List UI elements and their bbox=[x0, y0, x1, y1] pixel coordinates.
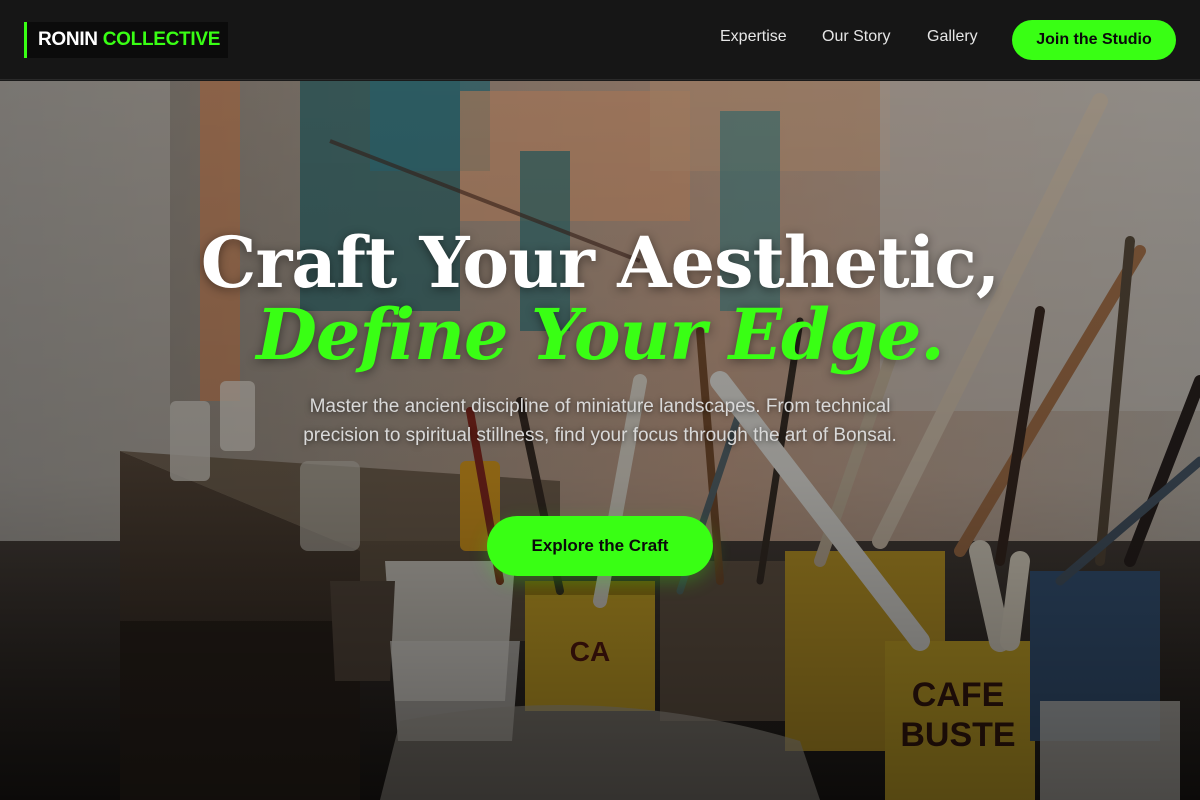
join-studio-button[interactable]: Join the Studio bbox=[1012, 20, 1176, 60]
hero-section: CA CAFE BUSTE bbox=[0, 81, 1200, 800]
nav-link-gallery[interactable]: Gallery bbox=[927, 28, 978, 46]
hero-subtitle: Master the ancient discipline of miniatu… bbox=[303, 396, 897, 446]
hero-title-line1: Craft Your Aesthetic, bbox=[200, 221, 1000, 304]
nav-link-our-story[interactable]: Our Story bbox=[822, 28, 890, 46]
hero-title: Craft Your Aesthetic, Define Your Edge. bbox=[0, 227, 1200, 371]
nav-link-expertise[interactable]: Expertise bbox=[720, 28, 787, 46]
logo-word-ronin: RONIN bbox=[38, 29, 98, 50]
site-header: RONIN COLLECTIVE Expertise Our Story Gal… bbox=[0, 0, 1200, 80]
logo-word-collective: COLLECTIVE bbox=[102, 29, 221, 50]
explore-craft-button[interactable]: Explore the Craft bbox=[487, 516, 713, 576]
brand-logo[interactable]: RONIN COLLECTIVE bbox=[24, 22, 228, 58]
hero-title-line2: Define Your Edge. bbox=[256, 293, 945, 376]
